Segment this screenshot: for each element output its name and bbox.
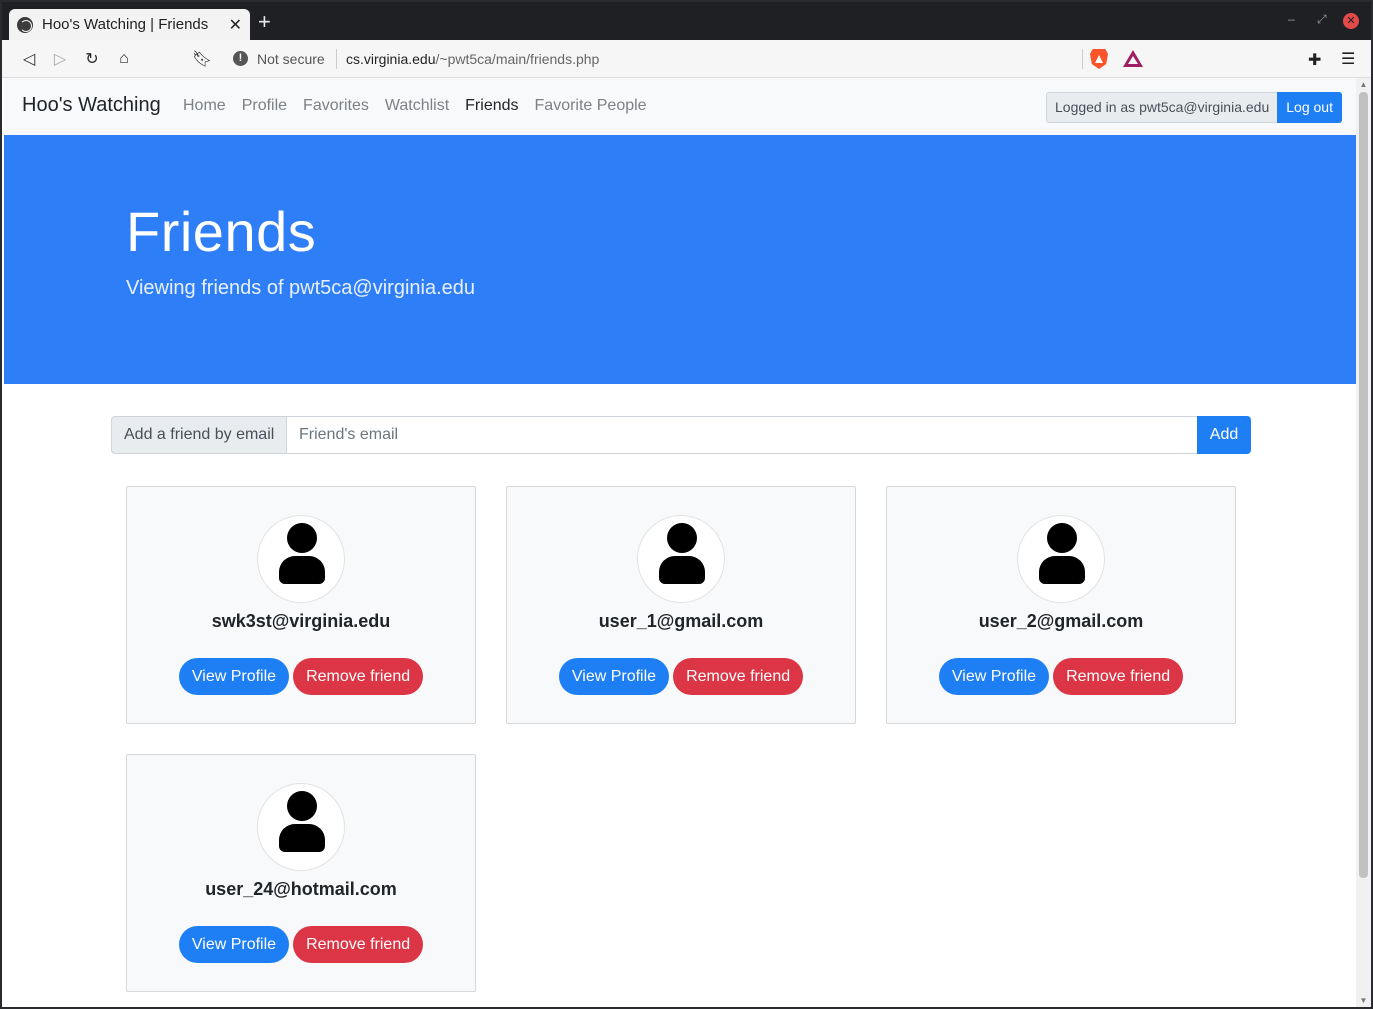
remove-friend-button[interactable]: Remove friend — [1053, 658, 1184, 695]
site-navbar: Hoo's Watching Home Profile Favorites Wa… — [4, 78, 1356, 135]
friend-card: user_24@hotmail.com View Profile Remove … — [126, 754, 476, 992]
close-tab-icon[interactable]: ✕ — [229, 15, 242, 35]
remove-friend-button[interactable]: Remove friend — [293, 658, 424, 695]
tab-strip: Hoo's Watching | Friends ✕ + – ⤢ ✕ — [2, 2, 1371, 40]
site-brand[interactable]: Hoo's Watching — [22, 94, 161, 117]
friend-email: user_24@hotmail.com — [205, 879, 397, 899]
view-profile-button[interactable]: View Profile — [178, 926, 290, 963]
url-host: cs.virginia.edu — [346, 51, 436, 67]
tab-title: Hoo's Watching | Friends — [42, 16, 209, 33]
friend-email: user_2@gmail.com — [978, 611, 1144, 631]
back-icon[interactable]: ◁ — [19, 49, 39, 69]
scrollbar-thumb[interactable] — [1359, 92, 1368, 878]
reload-icon[interactable]: ↻ — [82, 49, 102, 69]
nav-link-profile[interactable]: Profile — [242, 97, 287, 115]
page-subtitle: Viewing friends of pwt5ca@virginia.edu — [126, 277, 476, 299]
bookmark-icon[interactable]: 🔖︎ — [192, 49, 212, 69]
add-friend-group: Add a friend by email Add — [111, 416, 1251, 454]
nav-link-home[interactable]: Home — [183, 97, 226, 115]
view-profile-button[interactable]: View Profile — [938, 658, 1050, 695]
login-status: Logged in as pwt5ca@virginia.edu — [1046, 92, 1278, 123]
view-profile-button[interactable]: View Profile — [558, 658, 670, 695]
card-actions: View Profile Remove friend — [507, 658, 855, 695]
user-icon — [1047, 523, 1077, 553]
browser-window: Hoo's Watching | Friends ✕ + – ⤢ ✕ ◁ ▷ ↻… — [0, 0, 1373, 1009]
user-icon — [287, 791, 317, 821]
avatar — [1017, 515, 1105, 603]
user-icon — [287, 523, 317, 553]
friend-card: swk3st@virginia.edu View Profile Remove … — [126, 486, 476, 724]
url-divider — [336, 49, 337, 69]
page-title: Friends — [126, 200, 317, 263]
extensions-icon[interactable]: ✚ — [1308, 50, 1321, 70]
user-icon — [667, 523, 697, 553]
url-field[interactable]: cs.virginia.edu/~pwt5ca/main/friends.php — [346, 51, 599, 67]
restore-icon[interactable]: ⤢ — [1317, 12, 1327, 27]
address-divider — [1082, 49, 1083, 69]
user-icon-body — [1039, 556, 1085, 584]
user-icon-body — [279, 556, 325, 584]
logout-button[interactable]: Log out — [1277, 92, 1342, 123]
browser-tab-active[interactable]: Hoo's Watching | Friends ✕ — [9, 9, 250, 40]
security-indicator[interactable]: Not secure — [257, 51, 325, 67]
new-tab-icon[interactable]: + — [258, 11, 271, 33]
avatar — [637, 515, 725, 603]
avatar — [257, 515, 345, 603]
login-group: Logged in as pwt5ca@virginia.edu Log out — [1046, 92, 1342, 123]
friend-card: user_2@gmail.com View Profile Remove fri… — [886, 486, 1236, 724]
card-actions: View Profile Remove friend — [127, 658, 475, 695]
nav-link-favorites[interactable]: Favorites — [303, 97, 369, 115]
brave-shields-icon[interactable] — [1090, 49, 1108, 69]
remove-friend-button[interactable]: Remove friend — [673, 658, 804, 695]
forward-icon[interactable]: ▷ — [50, 49, 70, 69]
remove-friend-button[interactable]: Remove friend — [293, 926, 424, 963]
friend-email-input[interactable] — [287, 416, 1197, 454]
nav-link-friends[interactable]: Friends — [465, 97, 518, 115]
friend-email: swk3st@virginia.edu — [211, 611, 391, 631]
globe-icon — [17, 16, 33, 33]
nav-link-watchlist[interactable]: Watchlist — [385, 97, 449, 115]
friend-email: user_1@gmail.com — [598, 611, 764, 631]
card-actions: View Profile Remove friend — [127, 926, 475, 963]
info-icon[interactable]: ! — [233, 51, 248, 66]
friend-card: user_1@gmail.com View Profile Remove fri… — [506, 486, 856, 724]
user-icon-body — [659, 556, 705, 584]
scroll-down-icon[interactable]: ▼ — [1356, 996, 1371, 1005]
page-viewport: Hoo's Watching Home Profile Favorites Wa… — [4, 78, 1356, 1007]
hero-jumbotron: Friends Viewing friends of pwt5ca@virgin… — [4, 135, 1356, 384]
page-scrollbar[interactable]: ▲ ▼ — [1356, 78, 1371, 1007]
brave-rewards-icon[interactable] — [1123, 50, 1143, 67]
user-icon-body — [279, 824, 325, 852]
close-window-icon[interactable]: ✕ — [1343, 13, 1359, 29]
avatar — [257, 783, 345, 871]
add-friend-button[interactable]: Add — [1197, 416, 1251, 454]
nav-links: Home Profile Favorites Watchlist Friends… — [183, 97, 663, 115]
add-friend-label: Add a friend by email — [111, 416, 287, 454]
scroll-up-icon[interactable]: ▲ — [1356, 80, 1371, 89]
menu-icon[interactable]: ☰ — [1341, 49, 1355, 69]
address-bar: ◁ ▷ ↻ ⌂ 🔖︎ ! Not secure cs.virginia.edu/… — [2, 40, 1371, 78]
url-path: /~pwt5ca/main/friends.php — [435, 51, 600, 67]
card-actions: View Profile Remove friend — [887, 658, 1235, 695]
view-profile-button[interactable]: View Profile — [178, 658, 290, 695]
minimize-icon[interactable]: – — [1288, 12, 1295, 26]
home-icon[interactable]: ⌂ — [114, 49, 134, 69]
nav-link-favorite-people[interactable]: Favorite People — [535, 97, 647, 115]
